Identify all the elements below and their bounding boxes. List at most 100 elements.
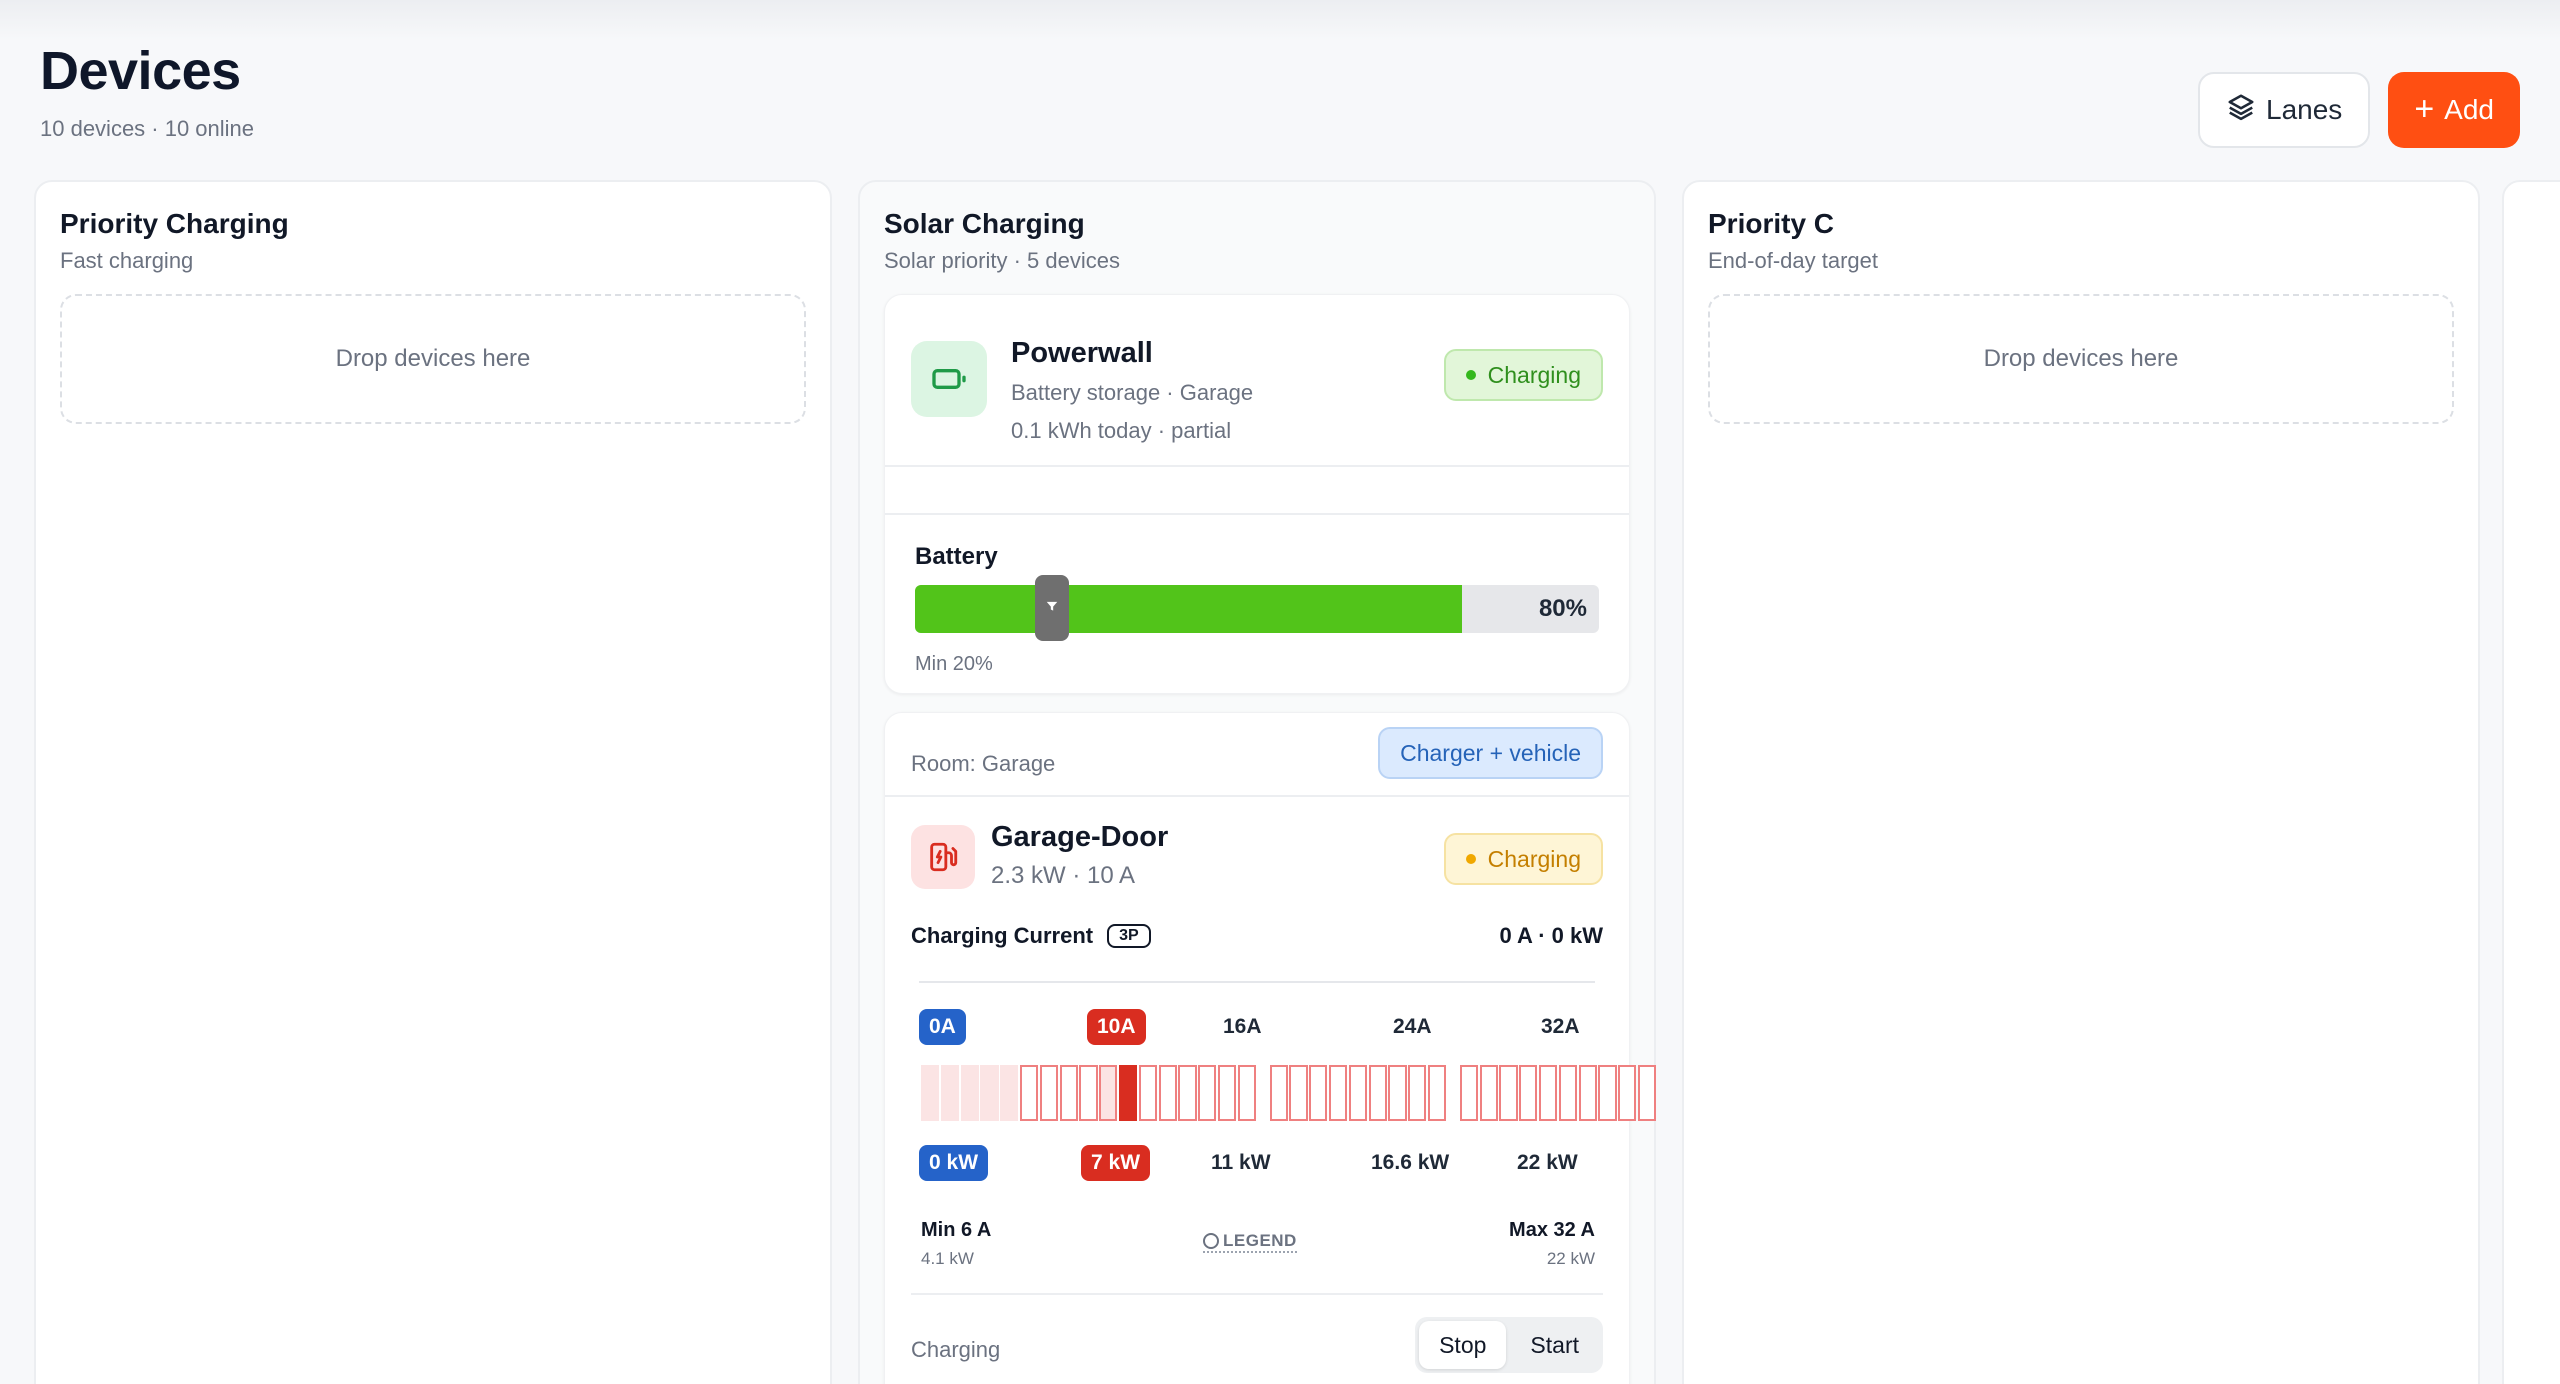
current-step-segment[interactable] xyxy=(1119,1065,1138,1121)
current-step-segment[interactable] xyxy=(940,1065,959,1121)
divider xyxy=(911,1293,1603,1295)
phase-tag: 3P xyxy=(1107,924,1151,948)
lane-title: Priority C xyxy=(1708,208,1835,239)
page-subtitle: 10 devices · 10 online xyxy=(40,116,255,141)
min-level-handle[interactable] xyxy=(1034,575,1069,641)
lane-subtitle: Solar priority · 5 devices xyxy=(884,248,1120,273)
lanes-button[interactable]: Lanes xyxy=(2198,72,2371,148)
current-step-segment[interactable] xyxy=(1059,1065,1078,1121)
current-step-segment[interactable] xyxy=(1099,1065,1118,1121)
divider xyxy=(885,513,1629,515)
current-step-segment[interactable] xyxy=(1499,1065,1518,1121)
lane-next-partial xyxy=(2502,180,2560,1384)
info-icon xyxy=(1203,1233,1219,1249)
current-step-segment[interactable] xyxy=(1079,1065,1098,1121)
current-step-segment[interactable] xyxy=(1519,1065,1538,1121)
current-step-segment[interactable] xyxy=(1269,1065,1288,1121)
lane-subtitle: Fast charging xyxy=(60,248,194,273)
drop-zone[interactable]: Drop devices here xyxy=(60,294,806,424)
lane-priority-charging: Priority Charging Fast charging Drop dev… xyxy=(34,180,832,1384)
current-step-segment[interactable] xyxy=(1388,1065,1407,1121)
status-badge: Charging xyxy=(1443,833,1603,885)
page-title: Devices xyxy=(40,41,241,101)
lanes-button-label: Lanes xyxy=(2266,94,2343,125)
charging-current-value: 0 A · 0 kW xyxy=(1499,923,1603,948)
amp-label-24: 24A xyxy=(1393,1015,1432,1038)
device-energy: 0.1 kWh today · partial xyxy=(1011,418,1232,443)
min-power-label: 4.1 kW xyxy=(921,1249,974,1268)
current-step-segment[interactable] xyxy=(1638,1065,1657,1121)
current-step-segment[interactable] xyxy=(1178,1065,1197,1121)
current-step-segment[interactable] xyxy=(1618,1065,1637,1121)
amp-label-32: 32A xyxy=(1541,1015,1580,1038)
current-step-segment[interactable] xyxy=(960,1065,979,1121)
current-step-segment[interactable] xyxy=(1309,1065,1328,1121)
charging-toggle: Stop Start xyxy=(1415,1317,1603,1373)
drop-zone[interactable]: Drop devices here xyxy=(1708,294,2454,424)
device-meta: Battery storage · Garage xyxy=(1011,380,1254,405)
current-step-segment[interactable] xyxy=(980,1065,999,1121)
lane-solar-charging: Solar Charging Solar priority · 5 device… xyxy=(858,180,1657,1384)
amp-label-0: 0A xyxy=(919,1009,966,1045)
add-button[interactable]: + Add xyxy=(2388,72,2520,148)
garage-door-card[interactable]: Room: Garage Charger + vehicle Garage-Do… xyxy=(884,712,1657,1384)
amp-label-selected: 10A xyxy=(1087,1009,1146,1045)
status-badge: Charging xyxy=(1443,349,1603,401)
lane-subtitle: End-of-day target xyxy=(1708,248,1878,273)
charging-current-row: Charging Current 3P 0 A · 0 kW xyxy=(911,923,1603,953)
charging-control-label: Charging xyxy=(911,1337,1001,1362)
current-step-segment[interactable] xyxy=(1428,1065,1447,1121)
current-step-segment[interactable] xyxy=(1408,1065,1427,1121)
status-label: Charging xyxy=(1487,845,1581,872)
kw-label-selected: 7 kW xyxy=(1081,1145,1151,1181)
current-step-segment[interactable] xyxy=(1558,1065,1577,1121)
device-type-chip[interactable]: Charger + vehicle xyxy=(1378,727,1603,779)
header-actions: Lanes + Add xyxy=(2198,72,2520,148)
current-step-segment[interactable] xyxy=(1329,1065,1348,1121)
current-step-segment[interactable] xyxy=(1539,1065,1558,1121)
current-step-segment[interactable] xyxy=(1020,1065,1039,1121)
min-current-label: Min 6 A xyxy=(921,1219,992,1241)
current-step-segment[interactable] xyxy=(1138,1065,1157,1121)
status-dot xyxy=(1465,854,1476,864)
current-step-segment[interactable] xyxy=(1368,1065,1387,1121)
lane-title: Solar Charging xyxy=(884,208,1085,239)
current-step-segment[interactable] xyxy=(1039,1065,1058,1121)
powerwall-card[interactable]: Powerwall Battery storage · Garage 0.1 k… xyxy=(884,294,1630,694)
page-header: Devices 10 devices · 10 online xyxy=(40,40,254,142)
max-current-label: Max 32 A xyxy=(1509,1219,1595,1241)
max-power-label: 22 kW xyxy=(1546,1249,1595,1268)
current-step-segment[interactable] xyxy=(1598,1065,1617,1121)
current-step-segment[interactable] xyxy=(921,1065,940,1121)
status-label: Charging xyxy=(1487,361,1581,388)
top-shadow xyxy=(0,0,2560,40)
plus-icon: + xyxy=(2414,89,2435,128)
current-step-segment[interactable] xyxy=(1348,1065,1367,1121)
status-dot xyxy=(1465,370,1476,380)
current-step-segment[interactable] xyxy=(1479,1065,1498,1121)
device-meta: 2.3 kW · 10 A xyxy=(991,862,1136,889)
current-step-segment[interactable] xyxy=(1158,1065,1177,1121)
battery-label: Battery xyxy=(915,543,998,570)
filter-icon xyxy=(1045,599,1059,618)
legend-link[interactable]: LEGEND xyxy=(1203,1231,1297,1253)
battery-icon xyxy=(911,341,987,417)
current-step-segment[interactable] xyxy=(1000,1065,1019,1121)
kw-label-0: 0 kW xyxy=(919,1145,989,1181)
current-step-segment[interactable] xyxy=(1237,1065,1256,1121)
current-step-segment[interactable] xyxy=(1198,1065,1217,1121)
divider xyxy=(885,465,1629,467)
battery-min-label: Min 20% xyxy=(915,653,993,675)
lane-priority-c: Priority C End-of-day target Drop device… xyxy=(1682,180,2480,1384)
kw-label-22: 22 kW xyxy=(1517,1151,1578,1174)
device-name: Garage-Door xyxy=(991,821,1169,853)
ev-charger-icon xyxy=(911,825,975,889)
current-selector-bars[interactable] xyxy=(921,1065,1657,1121)
current-step-segment[interactable] xyxy=(1218,1065,1237,1121)
current-step-segment[interactable] xyxy=(1289,1065,1308,1121)
start-button[interactable]: Start xyxy=(1510,1321,1599,1369)
current-step-segment[interactable] xyxy=(1459,1065,1478,1121)
stop-button[interactable]: Stop xyxy=(1419,1321,1507,1369)
current-step-segment[interactable] xyxy=(1578,1065,1597,1121)
battery-percent: 80% xyxy=(1538,595,1587,622)
